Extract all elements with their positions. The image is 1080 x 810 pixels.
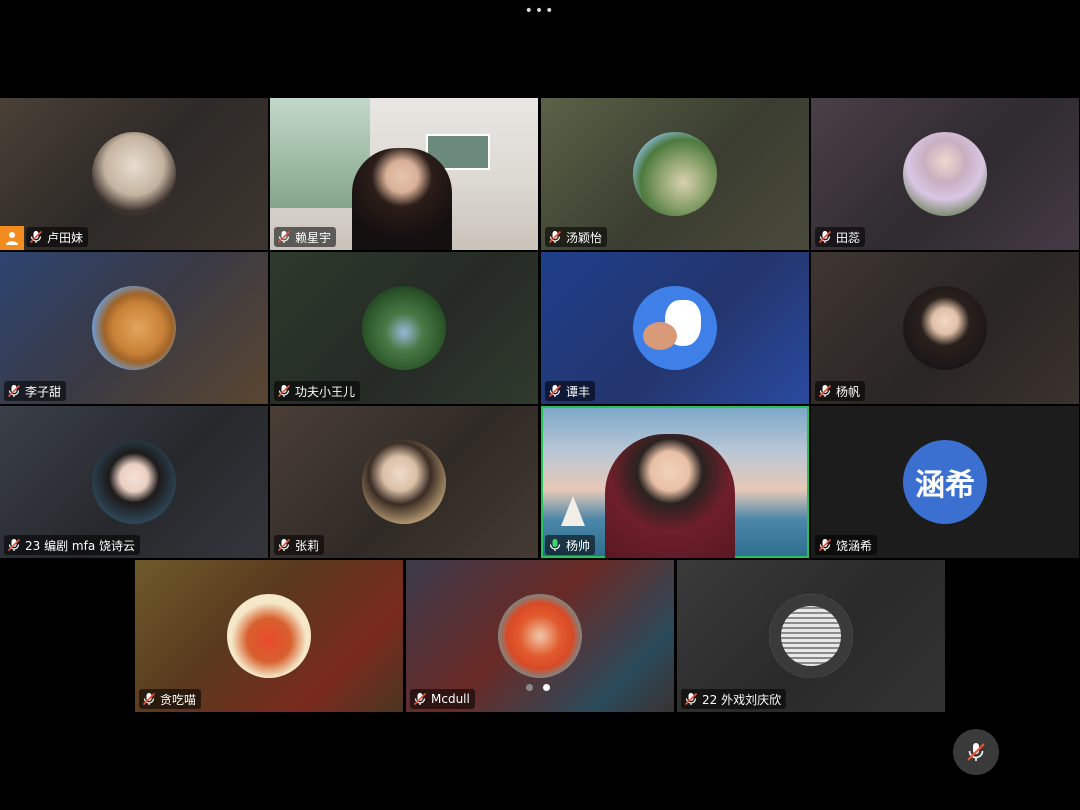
muted-mic-icon [7,384,21,398]
mute-toggle-button[interactable] [953,729,999,775]
participant-label: 张莉 [274,535,325,555]
muted-mic-icon [142,692,156,706]
participant-tile[interactable]: 22 外戏刘庆欣 [677,560,945,712]
muted-mic-icon [7,538,21,552]
video-person [352,148,452,250]
participant-label: 田蕊 [815,227,866,247]
participant-label: 谭丰 [545,381,596,401]
participant-tile[interactable]: 赖星宇 [270,98,538,250]
participant-label: 杨帆 [815,381,866,401]
muted-mic-icon [29,230,43,244]
avatar: 涵希 [903,440,987,524]
participant-tile[interactable]: 卢田妹 [0,98,268,250]
participant-name: Mcdull [431,692,470,706]
participant-label: 22 外戏刘庆欣 [681,689,787,709]
avatar [92,132,176,216]
participant-name: 卢田妹 [47,230,84,245]
participant-name: 李子甜 [25,384,62,399]
participant-name: 饶涵希 [836,538,873,553]
muted-mic-icon [967,743,985,761]
participant-label: 杨帅 [545,535,596,555]
avatar-initials: 涵希 [915,468,975,503]
muted-mic-icon [548,384,562,398]
participant-tile[interactable]: 涵希 饶涵希 [811,406,1079,558]
participant-label: 李子甜 [4,381,67,401]
participant-label: 23 编剧 mfa 饶诗云 [4,535,140,555]
muted-mic-icon [684,692,698,706]
muted-mic-icon [277,384,291,398]
participant-label: 功夫小王儿 [274,381,361,401]
participant-name: 功夫小王儿 [295,384,356,399]
avatar [903,286,987,370]
participant-name: 赖星宇 [295,230,332,245]
muted-mic-icon [818,384,832,398]
participant-tile[interactable]: 李子甜 [0,252,268,404]
participant-tile[interactable]: 张莉 [270,406,538,558]
participant-label: Mcdull [410,689,475,709]
participant-label: 卢田妹 [26,227,89,247]
avatar [633,132,717,216]
muted-mic-icon [413,692,427,706]
avatar [633,286,717,370]
participant-name: 谭丰 [566,384,591,399]
muted-mic-icon [818,538,832,552]
avatar [903,132,987,216]
participant-label: 贪吃喵 [139,689,202,709]
participant-name: 田蕊 [836,230,861,245]
muted-mic-icon [818,230,832,244]
participant-label: 汤颖怡 [545,227,608,247]
participant-tile[interactable]: 功夫小王儿 [270,252,538,404]
active-mic-icon [549,539,561,551]
participant-tile[interactable]: 谭丰 [541,252,809,404]
participant-tile[interactable]: 田蕊 [811,98,1079,250]
avatar [227,594,311,678]
participant-tile[interactable]: 23 编剧 mfa 饶诗云 [0,406,268,558]
avatar [498,594,582,678]
host-icon [0,226,24,250]
page-indicator[interactable] [526,684,554,692]
participant-tile[interactable]: 汤颖怡 [541,98,809,250]
participant-name: 张莉 [295,538,320,553]
muted-mic-icon [277,538,291,552]
participant-name: 杨帅 [566,538,591,553]
avatar [92,286,176,370]
participant-label: 饶涵希 [815,535,878,555]
more-options-icon[interactable]: ••• [0,4,1080,18]
muted-mic-icon [548,230,562,244]
participant-tile[interactable]: 贪吃喵 [135,560,403,712]
participant-name: 22 外戏刘庆欣 [702,692,782,707]
active-speaker-tile[interactable]: 杨帅 [541,406,809,558]
avatar [362,286,446,370]
participant-name: 杨帆 [836,384,861,399]
participant-label: 赖星宇 [274,227,337,247]
participant-name: 23 编剧 mfa 饶诗云 [25,538,135,553]
page-dot-2-current[interactable] [543,684,550,691]
participant-tile[interactable]: 杨帆 [811,252,1079,404]
avatar [769,594,853,678]
participant-name: 汤颖怡 [566,230,603,245]
participant-name: 贪吃喵 [160,692,197,707]
sail-boat [561,496,585,526]
muted-mic-icon [277,230,291,244]
page-dot-1[interactable] [526,684,533,691]
video-person [605,434,735,558]
avatar [92,440,176,524]
avatar [362,440,446,524]
cartoon-dog [643,322,677,350]
